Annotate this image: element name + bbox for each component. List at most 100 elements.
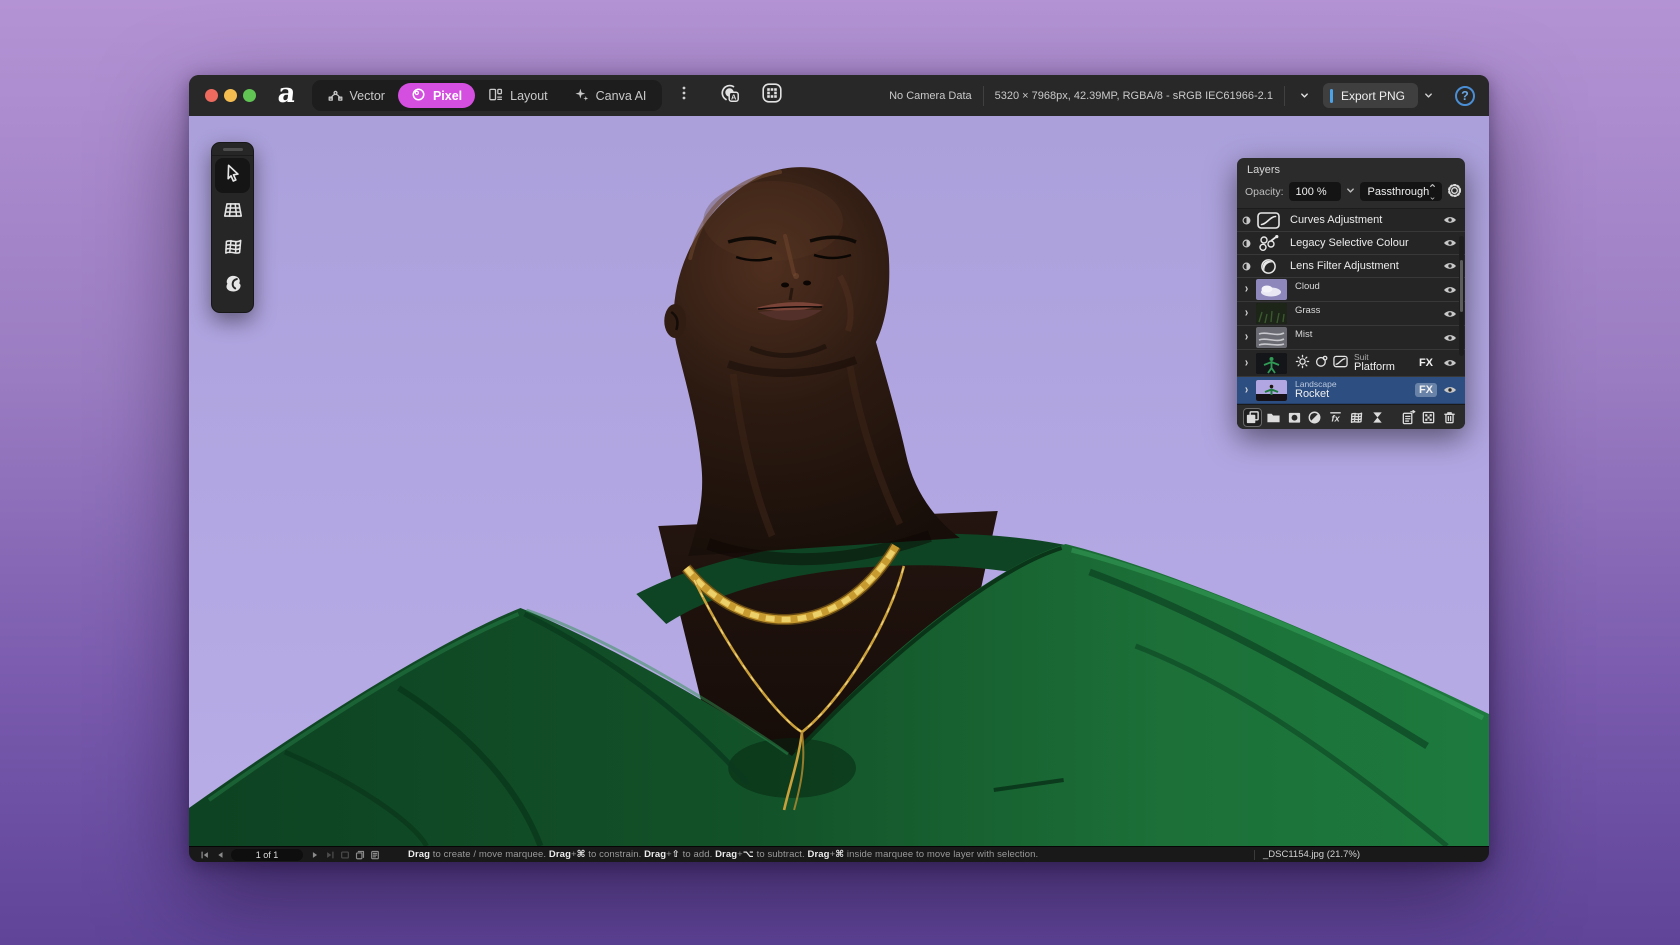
layer-row-cloud[interactable]: › Cloud	[1237, 278, 1465, 302]
previous-page-icon[interactable]	[212, 849, 227, 861]
fx-badge[interactable]: FX	[1415, 356, 1437, 370]
overflow-menu-button[interactable]	[676, 85, 692, 106]
layers-scrollbar[interactable]	[1459, 236, 1464, 356]
sun-mini-icon	[1295, 354, 1310, 372]
liquify-tool-icon	[222, 273, 244, 300]
close-window-button[interactable]	[205, 89, 218, 102]
liquify-tool[interactable]	[215, 269, 250, 304]
layer-name: Grass	[1295, 305, 1321, 316]
delete-icon[interactable]	[1440, 408, 1459, 427]
persona-tab-group: Vector Pixel Layout Canva AI	[311, 80, 663, 111]
document-info: 5320 × 7968px, 42.39MP, RGBA/8 - sRGB IE…	[994, 89, 1273, 102]
perspective-tool[interactable]	[215, 195, 250, 230]
mask-layer-icon[interactable]	[1285, 408, 1304, 427]
next-page-icon[interactable]	[307, 849, 322, 861]
app-logo: a	[276, 78, 298, 109]
svg-text:fx: fx	[1332, 413, 1341, 423]
visibility-eye-icon[interactable]	[1443, 215, 1457, 225]
divider	[1283, 85, 1285, 106]
export-options-chevron[interactable]	[1424, 87, 1433, 105]
minimize-window-button[interactable]	[224, 89, 237, 102]
opacity-label: Opacity:	[1245, 185, 1284, 198]
tab-label: Canva AI	[595, 88, 647, 103]
export-png-button[interactable]: Export PNG	[1322, 83, 1418, 108]
first-page-icon[interactable]	[197, 849, 212, 861]
last-page-icon[interactable]	[322, 849, 337, 861]
adjustment-layer-icon[interactable]	[1306, 408, 1325, 427]
opacity-dropdown-chevron[interactable]	[1346, 186, 1355, 198]
tool-palette	[211, 142, 254, 313]
fx-badge[interactable]: FX	[1414, 383, 1437, 397]
export-label: Export PNG	[1340, 88, 1405, 103]
new-group-icon[interactable]	[1264, 408, 1283, 427]
layers-scrollbar-thumb[interactable]	[1460, 260, 1463, 312]
expand-chevron-icon[interactable]: ›	[1237, 331, 1256, 345]
duplicate-icon[interactable]	[352, 849, 367, 861]
assistant-icon[interactable]: A	[714, 80, 746, 112]
pixel-grid-icon[interactable]	[1419, 408, 1438, 427]
visibility-eye-icon[interactable]	[1443, 358, 1457, 368]
layer-name: Legacy Selective Colour	[1290, 237, 1409, 249]
document-canvas[interactable]: Layers Opacity: 100 % Passthrough Curves…	[189, 116, 1489, 846]
expand-chevron-icon[interactable]: ›	[1237, 307, 1256, 321]
hourglass-icon[interactable]	[1368, 408, 1387, 427]
layer-row-rocket[interactable]: › Landscape Rocket FX	[1237, 377, 1465, 404]
circledot-mini-icon	[1314, 354, 1329, 372]
layer-name: Rocket	[1295, 387, 1330, 400]
palette-drag-handle[interactable]	[212, 143, 253, 156]
zoom-window-button[interactable]	[243, 89, 256, 102]
layer-row-lens-filter-adjustment[interactable]: Lens Filter Adjustment	[1237, 255, 1465, 278]
layers-panel-title: Layers	[1247, 164, 1281, 176]
layer-row-mist[interactable]: › Mist	[1237, 326, 1465, 350]
pixel-icon	[411, 87, 426, 105]
notes-icon[interactable]	[367, 849, 382, 861]
mesh-warp-tool[interactable]	[215, 232, 250, 267]
visibility-eye-icon[interactable]	[1443, 309, 1457, 319]
divider	[1254, 849, 1255, 860]
layer-row-curves-adjustment[interactable]: Curves Adjustment	[1237, 209, 1465, 232]
title-bar[interactable]: a Vector Pixel Layout Canva AI A No Camera …	[189, 75, 1489, 116]
perspective-tool-icon	[222, 199, 244, 226]
layer-settings-gear-icon[interactable]	[1447, 183, 1462, 201]
studio-grid-icon[interactable]	[756, 80, 788, 112]
curved-arrow-menu[interactable]	[1296, 87, 1312, 116]
frame-icon[interactable]	[337, 849, 352, 861]
layer-toggle-icon[interactable]	[1237, 216, 1256, 225]
blend-mode-select[interactable]: Passthrough	[1359, 179, 1443, 204]
app-window: a Vector Pixel Layout Canva AI A No Camera …	[189, 75, 1489, 862]
blend-mode-stepper[interactable]	[1429, 179, 1436, 204]
visibility-eye-icon[interactable]	[1443, 285, 1457, 295]
layer-thumbnail	[1256, 279, 1287, 300]
new-layer-icon[interactable]	[1243, 407, 1262, 427]
layer-row-legacy-selective-colour[interactable]: Legacy Selective Colour	[1237, 232, 1465, 255]
opacity-value-field[interactable]: 100 %	[1288, 182, 1341, 201]
tab-canva-ai[interactable]: Canva AI	[561, 83, 660, 108]
export-accent-bar	[1329, 88, 1333, 103]
tab-pixel[interactable]: Pixel	[397, 83, 476, 108]
visibility-eye-icon[interactable]	[1443, 333, 1457, 343]
help-button[interactable]: ?	[1455, 85, 1475, 106]
layer-toggle-icon[interactable]	[1237, 262, 1256, 271]
tab-vector[interactable]: Vector	[315, 83, 398, 108]
mesh-icon[interactable]	[1347, 408, 1366, 427]
layer-row-grass[interactable]: › Grass	[1237, 302, 1465, 326]
layer-row-platform[interactable]: › Suit Platform FX	[1237, 350, 1465, 377]
visibility-eye-icon[interactable]	[1443, 261, 1457, 271]
layer-toggle-icon[interactable]	[1237, 239, 1256, 248]
canva-ai-icon	[574, 87, 589, 105]
move-tool[interactable]	[215, 158, 250, 193]
layer-name: Lens Filter Adjustment	[1290, 260, 1399, 272]
tab-layout[interactable]: Layout	[475, 83, 561, 108]
divider	[982, 85, 984, 106]
expand-chevron-icon[interactable]: ›	[1237, 383, 1256, 397]
live-filter-icon[interactable]: fx	[1326, 408, 1345, 427]
layer-thumbnail	[1256, 379, 1287, 401]
visibility-eye-icon[interactable]	[1443, 238, 1457, 248]
expand-chevron-icon[interactable]: ›	[1237, 356, 1256, 370]
curvesmini-mini-icon	[1333, 354, 1348, 372]
expand-chevron-icon[interactable]: ›	[1237, 283, 1256, 297]
layer-thumbnail	[1256, 303, 1287, 324]
visibility-eye-icon[interactable]	[1443, 385, 1457, 395]
merge-icon[interactable]	[1399, 408, 1418, 427]
status-bar: 1 of 1 Drag to create / move marquee. Dr…	[189, 846, 1489, 862]
